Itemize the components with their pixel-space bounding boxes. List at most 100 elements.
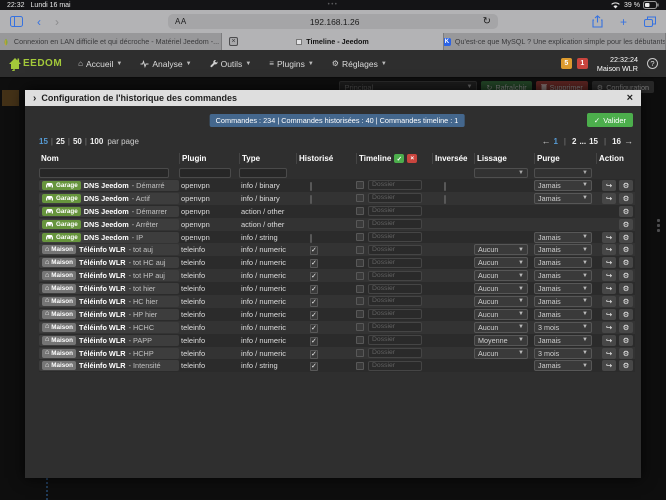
- command-config-button[interactable]: ⚙: [619, 180, 633, 191]
- timeline-uncheck-all-button[interactable]: ×: [407, 154, 417, 163]
- timeline-folder-input[interactable]: Dossier: [368, 348, 422, 358]
- inversee-checkbox[interactable]: [444, 195, 446, 204]
- bulk-lissage-select[interactable]: ▼: [474, 168, 528, 178]
- inversee-checkbox[interactable]: [444, 182, 446, 191]
- url-text[interactable]: 192.168.1.26: [187, 17, 483, 27]
- new-tab-icon[interactable]: +: [620, 16, 627, 28]
- menu-plugins[interactable]: ≡ Plugins ▼: [269, 59, 314, 69]
- menu-accueil[interactable]: ⌂ Accueil ▼: [78, 59, 122, 69]
- timeline-checkbox[interactable]: [356, 310, 364, 318]
- back-icon[interactable]: ‹: [37, 16, 41, 28]
- lissage-select[interactable]: Aucun▼: [474, 348, 528, 359]
- tab-timeline-jeedom[interactable]: × Timeline - Jeedom: [222, 33, 444, 50]
- timeline-checkbox[interactable]: [356, 246, 364, 254]
- menu-reglages[interactable]: ⚙ Réglages ▼: [332, 59, 387, 69]
- test-command-button[interactable]: ↪: [602, 309, 616, 320]
- historise-checkbox[interactable]: ✓: [310, 246, 318, 255]
- command-config-button[interactable]: ⚙: [619, 270, 633, 281]
- sidebar-icon[interactable]: [10, 16, 23, 27]
- timeline-checkbox[interactable]: [356, 272, 364, 280]
- page-scrollbar[interactable]: [657, 219, 660, 233]
- test-command-button[interactable]: ↪: [602, 232, 616, 243]
- historise-checkbox[interactable]: ✓: [310, 272, 318, 281]
- tabs-overview-icon[interactable]: [644, 16, 656, 27]
- filter-type-input[interactable]: [239, 168, 287, 178]
- tab-mysql-article[interactable]: K Qu'est-ce que MySQL ? Une explication …: [444, 33, 666, 50]
- timeline-folder-input[interactable]: Dossier: [368, 206, 422, 216]
- pager-page-16[interactable]: 16: [612, 137, 621, 146]
- purge-select[interactable]: Jamais▼: [534, 283, 592, 294]
- purge-select[interactable]: Jamais▼: [534, 232, 592, 243]
- per-page-100[interactable]: 100: [90, 137, 103, 146]
- test-command-button[interactable]: ↪: [602, 296, 616, 307]
- lissage-select[interactable]: Aucun▼: [474, 257, 528, 268]
- purge-select[interactable]: Jamais▼: [534, 360, 592, 371]
- timeline-folder-input[interactable]: Dossier: [368, 284, 422, 294]
- historise-checkbox[interactable]: ✓: [310, 337, 318, 346]
- historise-checkbox[interactable]: ✓: [310, 298, 318, 307]
- purge-select[interactable]: Jamais▼: [534, 296, 592, 307]
- timeline-folder-input[interactable]: Dossier: [368, 245, 422, 255]
- tab-forum-jeedom[interactable]: Connexion en LAN difficile et qui décroc…: [0, 33, 222, 50]
- jeedom-logo[interactable]: EEDOM: [8, 56, 62, 71]
- historise-checkbox[interactable]: ✓: [310, 259, 318, 268]
- pager-page-1[interactable]: 1: [553, 137, 557, 146]
- timeline-folder-input[interactable]: Dossier: [368, 296, 422, 306]
- test-command-button[interactable]: ↪: [602, 335, 616, 346]
- test-command-button[interactable]: ↪: [602, 270, 616, 281]
- address-bar[interactable]: AA 192.168.1.26 ↻: [168, 14, 498, 29]
- per-page-25[interactable]: 25: [56, 137, 65, 146]
- command-config-button[interactable]: ⚙: [619, 232, 633, 243]
- filter-plugin-input[interactable]: [179, 168, 231, 178]
- purge-select[interactable]: 3 mois▼: [534, 348, 592, 359]
- test-command-button[interactable]: ↪: [602, 244, 616, 255]
- lissage-select[interactable]: Aucun▼: [474, 270, 528, 281]
- timeline-folder-input[interactable]: Dossier: [368, 335, 422, 345]
- command-config-button[interactable]: ⚙: [619, 193, 633, 204]
- lissage-select[interactable]: Aucun▼: [474, 322, 528, 333]
- test-command-button[interactable]: ↪: [602, 348, 616, 359]
- purge-select[interactable]: Jamais▼: [534, 180, 592, 191]
- command-config-button[interactable]: ⚙: [619, 309, 633, 320]
- command-config-button[interactable]: ⚙: [619, 244, 633, 255]
- timeline-checkbox[interactable]: [356, 336, 364, 344]
- test-command-button[interactable]: ↪: [602, 193, 616, 204]
- test-command-button[interactable]: ↪: [602, 257, 616, 268]
- command-config-button[interactable]: ⚙: [619, 296, 633, 307]
- command-config-button[interactable]: ⚙: [619, 322, 633, 333]
- lissage-select[interactable]: Aucun▼: [474, 296, 528, 307]
- refresh-icon[interactable]: ↻: [483, 16, 491, 27]
- command-config-button[interactable]: ⚙: [619, 283, 633, 294]
- test-command-button[interactable]: ↪: [602, 322, 616, 333]
- validate-button[interactable]: ✓ Valider: [587, 113, 633, 127]
- purge-select[interactable]: Jamais▼: [534, 193, 592, 204]
- share-icon[interactable]: [592, 15, 603, 28]
- forward-icon[interactable]: ›: [55, 16, 59, 28]
- pager-prev-icon[interactable]: ←: [541, 136, 550, 146]
- pager-page-2[interactable]: 2: [572, 137, 576, 146]
- command-config-button[interactable]: ⚙: [619, 219, 633, 230]
- purge-select[interactable]: Jamais▼: [534, 335, 592, 346]
- timeline-folder-input[interactable]: Dossier: [368, 232, 422, 242]
- historise-checkbox[interactable]: [310, 182, 312, 191]
- bulk-purge-select[interactable]: ▼: [534, 168, 592, 178]
- historise-checkbox[interactable]: ✓: [310, 285, 318, 294]
- historise-checkbox[interactable]: ✓: [310, 362, 318, 371]
- purge-select[interactable]: Jamais▼: [534, 309, 592, 320]
- timeline-folder-input[interactable]: Dossier: [368, 180, 422, 190]
- timeline-checkbox[interactable]: [356, 181, 364, 189]
- purge-select[interactable]: Jamais▼: [534, 244, 592, 255]
- alert-badge-red[interactable]: 1: [577, 58, 588, 69]
- lissage-select[interactable]: Aucun▼: [474, 244, 528, 255]
- timeline-checkbox[interactable]: [356, 194, 364, 202]
- command-config-button[interactable]: ⚙: [619, 335, 633, 346]
- historise-checkbox[interactable]: ✓: [310, 311, 318, 320]
- purge-select[interactable]: 3 mois▼: [534, 322, 592, 333]
- timeline-folder-input[interactable]: Dossier: [368, 193, 422, 203]
- menu-analyse[interactable]: Analyse ▼: [140, 59, 191, 69]
- command-config-button[interactable]: ⚙: [619, 257, 633, 268]
- timeline-checkbox[interactable]: [356, 297, 364, 305]
- historise-checkbox[interactable]: [310, 195, 312, 204]
- timeline-checkbox[interactable]: [356, 349, 364, 357]
- command-config-button[interactable]: ⚙: [619, 360, 633, 371]
